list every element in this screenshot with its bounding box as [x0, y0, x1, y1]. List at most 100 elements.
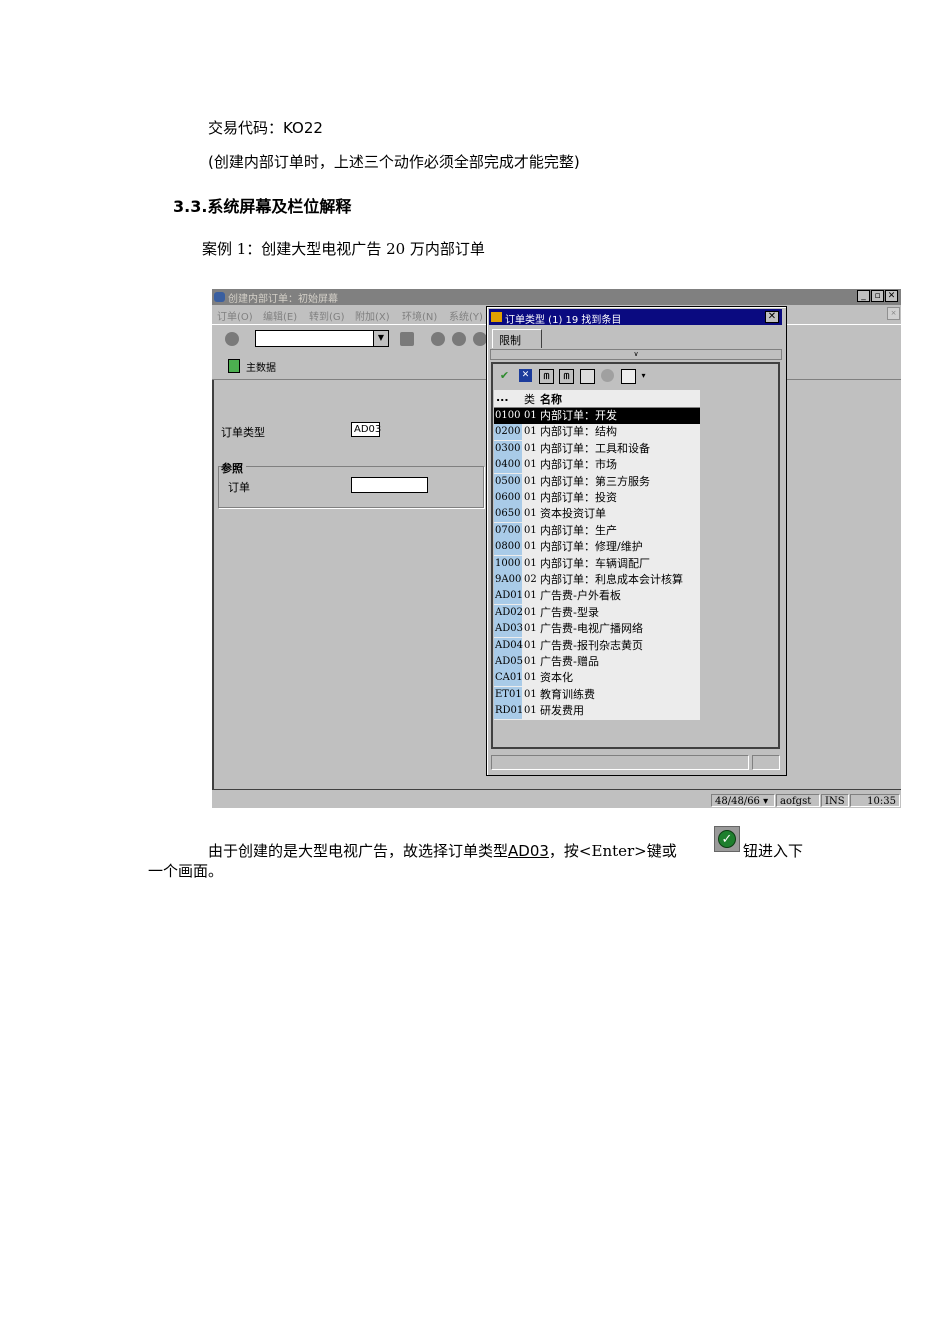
popup-logo-icon	[491, 312, 502, 322]
item-category: 01	[524, 639, 537, 651]
menu-environment[interactable]: 环境(N)	[402, 308, 437, 323]
master-data-icon[interactable]	[228, 359, 240, 373]
item-name: 内部订单：生产	[540, 523, 617, 537]
list-item[interactable]: 0650 01 资本投资订单	[494, 506, 700, 523]
item-name: 内部订单：利息成本会计核算	[540, 573, 683, 586]
menu-system[interactable]: 系统(Y)	[449, 308, 483, 323]
header-key: ...	[496, 391, 509, 404]
item-category: 01	[524, 623, 537, 635]
item-category: 02	[524, 574, 537, 585]
close-icon[interactable]: ✕	[885, 290, 898, 302]
sap-title-bar: 创建内部订单：初始屏幕 _ ▫ ✕	[212, 289, 901, 305]
list-item[interactable]: CA01 01 资本化	[494, 670, 700, 687]
list-item[interactable]: 0300 01 内部订单：工具和设备	[494, 440, 700, 457]
item-key: 0700	[494, 522, 522, 539]
item-category: 01	[524, 672, 537, 684]
insert-mode: INS	[821, 794, 849, 807]
minimize-icon[interactable]: _	[857, 290, 870, 302]
list-item[interactable]: 0100 01 内部订单：开发	[494, 408, 700, 424]
confirm-icon[interactable]: ✔	[498, 369, 511, 382]
item-category: 01	[524, 492, 537, 503]
order-type-field[interactable]: AD03	[351, 422, 381, 437]
item-name: 广告费-赠品	[540, 655, 599, 668]
restore-icon[interactable]: ▫	[871, 290, 884, 302]
item-category: 01	[524, 541, 537, 553]
item-key: 9A00	[494, 572, 522, 588]
item-name: 内部订单：市场	[540, 458, 617, 472]
order-type-code: AD03	[508, 842, 549, 860]
master-data-button[interactable]: 主数据	[246, 359, 276, 374]
item-key: 1000	[494, 555, 522, 572]
menu-goto[interactable]: 转到(G)	[309, 308, 345, 323]
item-key: AD05	[494, 654, 523, 670]
exit-icon[interactable]	[452, 332, 466, 346]
item-category: 01	[524, 606, 537, 618]
note-line: (创建内部订单时，上述三个动作必须全部完成才能完整)	[208, 153, 580, 171]
list-item[interactable]: 0500 01 内部订单：第三方服务	[494, 473, 700, 490]
command-field[interactable]: ▼	[255, 330, 389, 347]
menu-extras[interactable]: 附加(X)	[355, 308, 390, 323]
menu-order[interactable]: 订单(O)	[217, 308, 253, 323]
instruction-text-d: 一个画面。	[148, 862, 224, 880]
session-info-text: 48/48/66	[715, 796, 760, 807]
back-icon[interactable]	[431, 332, 445, 346]
sap-close-icon[interactable]: ×	[887, 307, 900, 320]
list-item[interactable]: AD02 01 广告费-型录	[494, 604, 700, 621]
item-name: 内部订单：结构	[540, 425, 617, 439]
item-key: 0500	[494, 473, 522, 490]
chevron-down-icon[interactable]: ▼	[373, 331, 388, 346]
list-item[interactable]: AD04 01 广告费-报刊杂志黄页	[494, 637, 700, 654]
session-info[interactable]: 48/48/66 ▾	[711, 794, 775, 807]
list-item[interactable]: ET01 01 教育训练费	[494, 686, 700, 703]
item-key: 0650	[494, 506, 522, 523]
info-icon[interactable]	[601, 369, 614, 382]
list-item[interactable]: AD05 01 广告费-赠品	[494, 654, 700, 670]
order-type-label: 订单类型	[221, 426, 265, 439]
list-item[interactable]: 9A00 02 内部订单：利息成本会计核算	[494, 572, 700, 588]
print-icon[interactable]	[621, 369, 636, 384]
popup-title-bar: 订单类型 (1) 19 找到条目 ✕	[489, 309, 782, 326]
cancel-icon[interactable]: ✕	[519, 369, 532, 382]
time-display: 10:35	[850, 794, 900, 807]
find-icon[interactable]: ᗰ	[539, 369, 554, 384]
list-header: ... 类 名称	[494, 390, 700, 408]
sort-icon[interactable]	[580, 369, 595, 384]
list-item[interactable]: AD03 01 广告费-电视广播网络	[494, 621, 700, 638]
item-category: 01	[524, 508, 537, 520]
status-bar: 48/48/66 ▾ aofgst INS 10:35	[212, 792, 901, 808]
list-item[interactable]: AD01 01 广告费-户外看板	[494, 588, 700, 605]
tab-restrictions[interactable]: 限制	[492, 329, 542, 348]
chevron-down-icon[interactable]: ▾	[637, 369, 650, 382]
order-field[interactable]	[351, 477, 428, 493]
list-item[interactable]: 0700 01 内部订单：生产	[494, 522, 700, 539]
item-name: 广告费-报刊杂志黄页	[540, 638, 643, 652]
list-item[interactable]: 0600 01 内部订单：投资	[494, 490, 700, 506]
list-item[interactable]: RD01 01 研发费用	[494, 703, 700, 720]
item-category: 01	[524, 475, 537, 487]
menu-edit[interactable]: 编辑(E)	[263, 308, 297, 323]
transaction-code-line: 交易代码：KO22	[208, 119, 323, 137]
item-category: 01	[524, 442, 537, 454]
list-item[interactable]: 0200 01 内部订单：结构	[494, 424, 700, 441]
save-icon[interactable]	[400, 332, 414, 346]
expand-icon[interactable]: ∨	[490, 349, 782, 360]
popup-status-field	[491, 755, 749, 770]
order-type-popup: 订单类型 (1) 19 找到条目 ✕ 限制 ∨ ✔ ✕ ᗰ ᗰ ▾ ... 类 …	[486, 306, 787, 776]
item-name: 广告费-型录	[540, 605, 599, 619]
server-info: aofgst	[776, 794, 820, 807]
cancel-icon[interactable]	[473, 332, 487, 346]
popup-close-icon[interactable]: ✕	[765, 311, 779, 323]
list-item[interactable]: 0400 01 内部订单：市场	[494, 457, 700, 474]
popup-title: 订单类型 (1) 19 找到条目	[505, 315, 622, 326]
item-category: 01	[524, 459, 537, 471]
find-next-icon[interactable]: ᗰ	[559, 369, 574, 384]
item-key: ET01	[494, 686, 522, 703]
resize-grip-icon[interactable]	[752, 755, 780, 770]
item-key: AD04	[494, 637, 523, 654]
item-key: AD01	[494, 588, 523, 605]
list-item[interactable]: 1000 01 内部订单：车辆调配厂	[494, 555, 700, 572]
reference-group-title: 参照	[221, 460, 246, 476]
list-item[interactable]: 0800 01 内部订单：修理/维护	[494, 539, 700, 556]
item-key: RD01	[494, 703, 523, 720]
enter-icon[interactable]	[225, 332, 239, 346]
